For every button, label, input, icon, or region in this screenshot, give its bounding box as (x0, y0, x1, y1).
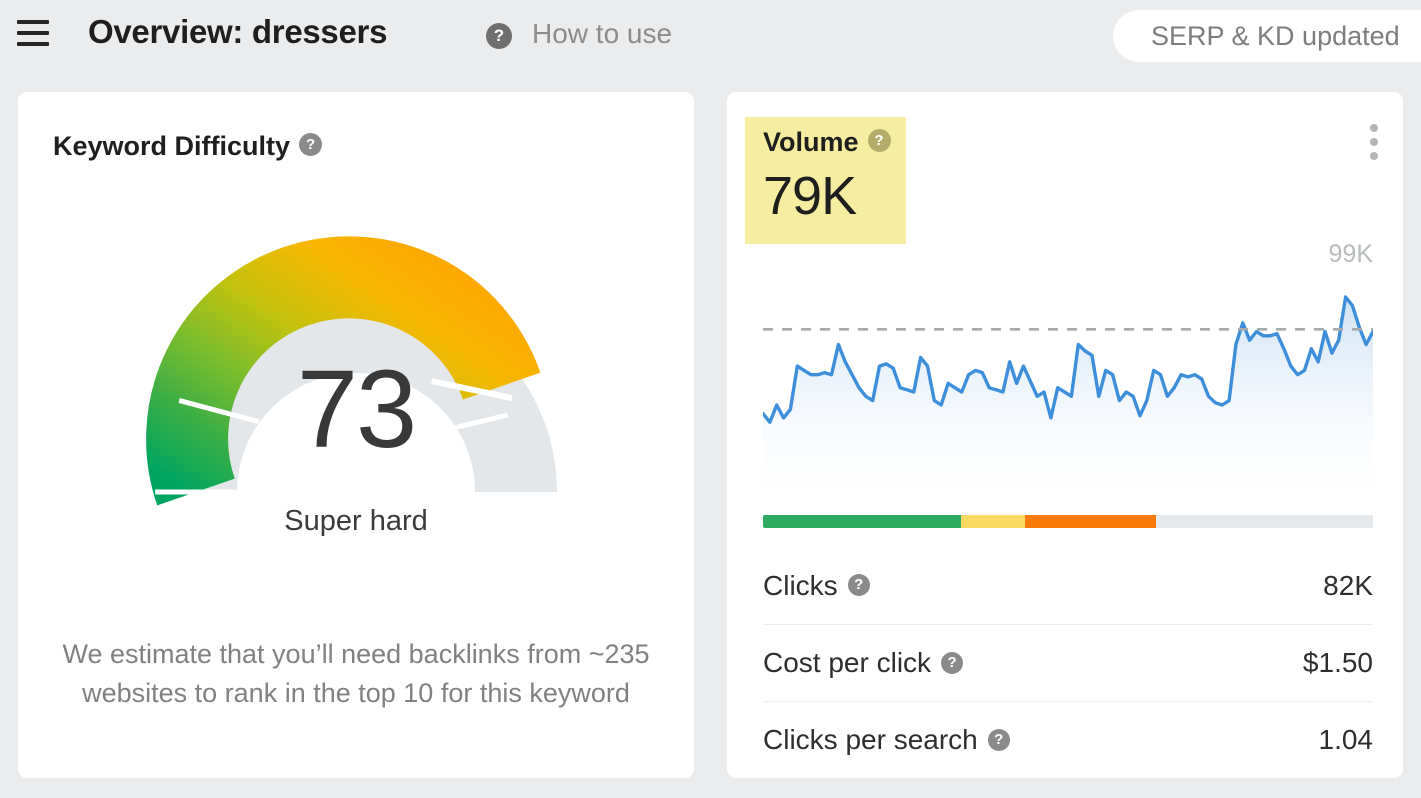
keyword-difficulty-gauge: 73 Super hard (18, 212, 694, 542)
volume-segmented-bar (763, 515, 1373, 528)
metric-value: $1.50 (1303, 647, 1373, 679)
kebab-dot (1370, 138, 1378, 146)
overview-page: Overview: dressers ? How to use SERP & K… (0, 0, 1421, 798)
hamburger-menu-icon[interactable] (17, 20, 49, 50)
serp-kd-updated-label: SERP & KD updated (1113, 21, 1400, 52)
keyword-difficulty-card: Keyword Difficulty? (18, 92, 694, 778)
metric-label-text: Clicks (763, 570, 838, 601)
volume-metrics-list: Clicks? 82K Cost per click? $1.50 Clicks… (763, 547, 1373, 778)
metric-label: Cost per click? (763, 647, 963, 679)
keyword-difficulty-value: 73 (18, 355, 694, 465)
page-title: Overview: dressers (88, 13, 387, 51)
segment-yellow (961, 515, 1025, 528)
serp-kd-updated-button[interactable]: SERP & KD updated (1113, 10, 1421, 62)
help-icon[interactable]: ? (988, 729, 1010, 751)
metric-label-text: Cost per click (763, 647, 931, 678)
keyword-difficulty-title-text: Keyword Difficulty (53, 131, 290, 161)
segment-green (763, 515, 961, 528)
help-icon[interactable]: ? (868, 129, 891, 152)
volume-title: Volume? (763, 127, 891, 158)
metric-value: 1.04 (1319, 724, 1374, 756)
volume-highlight-block: Volume? 79K (745, 117, 906, 244)
metric-label: Clicks? (763, 570, 870, 602)
metric-value: 82K (1323, 570, 1373, 602)
kebab-dot (1370, 124, 1378, 132)
help-icon[interactable]: ? (299, 133, 322, 156)
how-to-use-link[interactable]: How to use (532, 18, 672, 50)
kebab-menu-icon[interactable] (1362, 124, 1386, 160)
help-icon[interactable]: ? (486, 23, 512, 49)
page-header: Overview: dressers ? How to use SERP & K… (0, 0, 1421, 92)
segment-orange (1025, 515, 1156, 528)
hamburger-bar (17, 42, 49, 46)
hamburger-bar (17, 31, 49, 35)
volume-sparkline-chart (763, 274, 1373, 506)
segment-grey (1156, 515, 1373, 528)
metric-row-clicks[interactable]: Clicks? 82K (763, 547, 1373, 624)
keyword-difficulty-title: Keyword Difficulty? (53, 131, 322, 162)
keyword-difficulty-label: Super hard (18, 505, 694, 538)
volume-axis-max-label: 99K (1329, 240, 1373, 269)
keyword-difficulty-note: We estimate that you’ll need backlinks f… (56, 635, 656, 713)
help-icon[interactable]: ? (848, 574, 870, 596)
volume-title-text: Volume (763, 127, 859, 157)
kebab-dot (1370, 152, 1378, 160)
metric-row-clicks-per-search[interactable]: Clicks per search? 1.04 (763, 701, 1373, 778)
metric-label: Clicks per search? (763, 724, 1010, 756)
help-icon[interactable]: ? (941, 652, 963, 674)
metric-label-text: Clicks per search (763, 724, 978, 755)
volume-card: Volume? 79K 99K (727, 92, 1403, 778)
metric-row-cost-per-click[interactable]: Cost per click? $1.50 (763, 624, 1373, 701)
hamburger-bar (17, 20, 49, 24)
volume-value: 79K (763, 164, 891, 228)
